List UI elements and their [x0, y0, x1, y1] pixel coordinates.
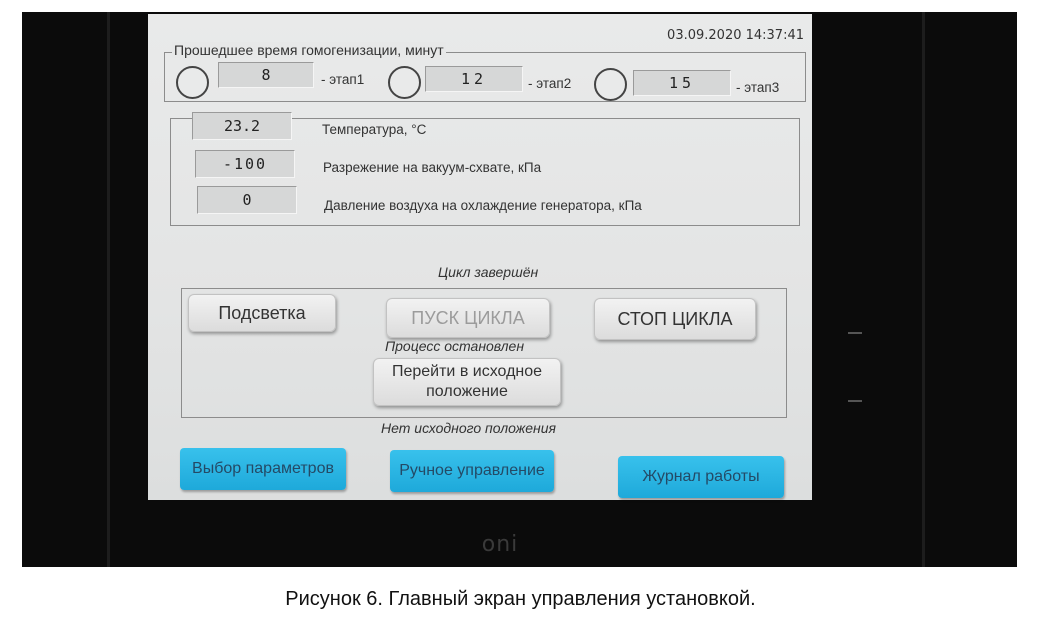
stage1-time-field: 8 [218, 62, 314, 88]
bezel-edge-left [107, 12, 110, 567]
manual-control-nav-button[interactable]: Ручное управление [390, 450, 554, 492]
stage3-indicator-icon [594, 68, 627, 101]
vacuum-label: Разрежение на вакуум-схвате, кПа [323, 160, 542, 175]
home-status-text: Нет исходного положения [381, 420, 556, 436]
hmi-screen: 03.09.2020 14:37:41 Прошедшее время гомо… [148, 14, 812, 500]
stage2-label: - этап2 [528, 76, 572, 91]
timer-group-legend: Прошедшее время гомогенизации, минут [172, 42, 446, 58]
stage2-time-field: 12 [425, 66, 523, 92]
bezel-mark [848, 332, 862, 334]
figure-caption: Рисунок 6. Главный экран управления уста… [285, 588, 756, 610]
datetime-display: 03.09.2020 14:37:41 [667, 28, 804, 43]
params-nav-button[interactable]: Выбор параметров [180, 448, 346, 490]
start-cycle-button[interactable]: ПУСК ЦИКЛА [386, 298, 550, 338]
temperature-label: Температура, °С [322, 122, 427, 137]
stage1-label: - этап1 [321, 72, 365, 87]
air-pressure-field: 0 [197, 186, 297, 214]
process-status-text: Процесс остановлен [385, 338, 525, 354]
temperature-field: 23.2 [192, 112, 292, 140]
bezel-mark [848, 400, 862, 402]
stage3-time-field: 15 [633, 70, 731, 96]
air-pressure-label: Давление воздуха на охлаждение генератор… [324, 198, 642, 213]
stop-cycle-button[interactable]: СТОП ЦИКЛА [594, 298, 756, 340]
vacuum-field: -100 [195, 150, 295, 178]
brand-logo: oni [481, 532, 519, 557]
cycle-status-text: Цикл завершён [438, 264, 539, 280]
stage1-indicator-icon [176, 66, 209, 99]
bezel-edge-right [922, 12, 925, 567]
stage2-indicator-icon [388, 66, 421, 99]
journal-nav-button[interactable]: Журнал работы [618, 456, 784, 498]
goto-home-button[interactable]: Перейти в исходное положение [373, 358, 561, 406]
stage3-label: - этап3 [736, 80, 780, 95]
backlight-button[interactable]: Подсветка [188, 294, 336, 332]
hmi-panel-photo: oni 03.09.2020 14:37:41 Прошедшее время … [22, 12, 1017, 567]
